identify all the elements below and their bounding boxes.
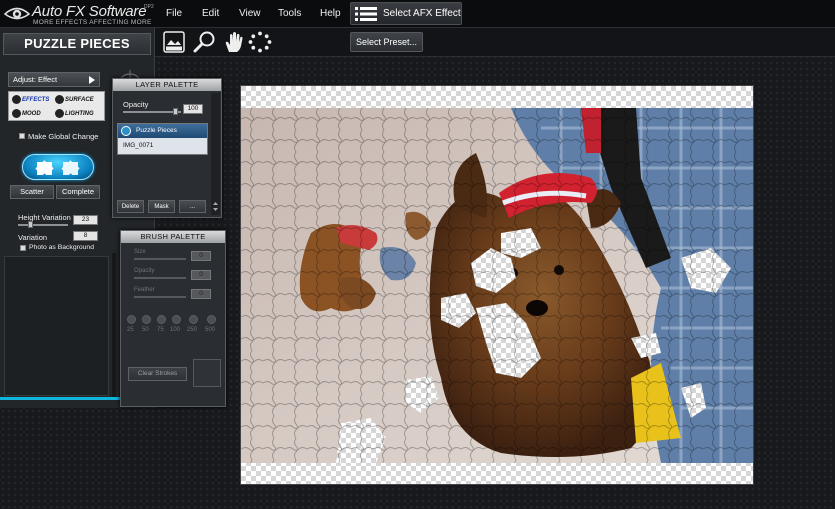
brush-size-slider[interactable] — [134, 258, 186, 260]
brush-opacity-value[interactable]: 0 — [191, 270, 211, 280]
brush-feather-value[interactable]: 0 — [191, 289, 211, 299]
adjust-dropdown[interactable]: Adjust: Effect — [8, 72, 100, 87]
brush-size-25-label: 25 — [127, 327, 134, 333]
mode-surface[interactable]: SURFACE — [55, 95, 94, 104]
clear-strokes-button[interactable]: Clear Strokes — [128, 367, 187, 381]
layer-palette: LAYER PALETTE Opacity 100 Puzzle Pieces … — [112, 78, 222, 218]
puzzle-pieces-preview-button[interactable] — [22, 154, 94, 180]
mode-selector: EFFECTS SURFACE MOOD LIGHTING — [8, 91, 105, 121]
brush-size-50-label: 50 — [142, 327, 149, 333]
brush-opacity-label: Opacity — [134, 268, 155, 274]
brush-size-100[interactable] — [172, 315, 181, 324]
brush-palette: BRUSH PALETTE Size 0 Opacity 0 Feather 0… — [120, 230, 226, 407]
more-button[interactable]: ... — [179, 200, 206, 213]
delete-layer-button[interactable]: Delete — [117, 200, 144, 213]
hand-icon[interactable] — [222, 31, 246, 53]
puzzle-piece-icon — [35, 160, 80, 175]
brush-size-500-label: 500 — [205, 327, 216, 333]
brush-size-250[interactable] — [189, 315, 198, 324]
orig-icon[interactable] — [162, 31, 186, 53]
brush-size-value[interactable]: 0 — [191, 251, 211, 261]
height-variation-value[interactable]: 23 — [73, 215, 98, 225]
menu-tools[interactable]: Tools — [278, 8, 301, 19]
effect-title: PUZZLE PIECES — [3, 33, 151, 55]
complete-button[interactable]: Complete — [56, 185, 100, 199]
magnifier-icon[interactable] — [193, 31, 217, 53]
effect-lower-area — [4, 256, 109, 396]
layer-item-img[interactable]: IMG_0071 — [118, 139, 207, 153]
menu-view[interactable]: View — [239, 8, 261, 19]
play-arrow-icon — [89, 76, 95, 84]
brush-size-500[interactable] — [207, 315, 216, 324]
power-icon[interactable] — [121, 126, 131, 136]
select-afx-effect-button[interactable]: Select AFX Effect — [350, 2, 462, 25]
scatter-button[interactable]: Scatter — [10, 185, 54, 199]
brush-feather-slider[interactable] — [134, 296, 186, 298]
app-window: Auto FX Software DP2 MORE EFFECTS AFFECT… — [0, 0, 835, 509]
layer-opacity-knob[interactable] — [173, 108, 178, 115]
puzzle-photo — [241, 108, 753, 463]
brand-superscript: DP2 — [144, 4, 154, 10]
layer-list: Puzzle Pieces IMG_0071 — [117, 123, 208, 155]
spinner-icon[interactable] — [248, 31, 272, 53]
height-variation-knob[interactable] — [28, 221, 33, 228]
layer-palette-title[interactable]: LAYER PALETTE — [113, 79, 221, 91]
menu-bar: Auto FX Software DP2 MORE EFFECTS AFFECT… — [0, 0, 835, 28]
make-global-checkbox[interactable] — [19, 133, 25, 139]
layer-opacity-value[interactable]: 100 — [183, 104, 203, 114]
make-global-label: Make Global Change — [28, 132, 99, 141]
brush-preview — [193, 359, 221, 387]
photo-as-background-checkbox[interactable] — [20, 245, 26, 251]
app-logo: Auto FX Software DP2 MORE EFFECTS AFFECT… — [4, 2, 154, 26]
mode-lighting[interactable]: LIGHTING — [55, 109, 94, 118]
panel-scrollbar[interactable] — [112, 253, 116, 398]
menu-edit[interactable]: Edit — [202, 8, 219, 19]
variation-label: Variation — [18, 233, 48, 242]
brush-size-75-label: 75 — [157, 327, 164, 333]
brand-tagline: MORE EFFECTS AFFECTING MORE — [33, 19, 152, 26]
adjust-label: Adjust: Effect — [13, 75, 58, 84]
photo-as-background-label: Photo as Background — [29, 244, 94, 251]
image-canvas[interactable] — [240, 85, 754, 485]
scroll-arrows-icon — [213, 202, 218, 211]
brush-size-250-label: 250 — [187, 327, 198, 333]
brand-name: Auto FX Software — [32, 3, 147, 20]
brush-size-label: Size — [134, 249, 146, 255]
brush-feather-label: Feather — [134, 287, 155, 293]
menu-help[interactable]: Help — [320, 8, 341, 19]
mode-mood[interactable]: MOOD — [12, 109, 41, 118]
brush-opacity-slider[interactable] — [134, 277, 186, 279]
select-preset-button[interactable]: Select Preset... — [350, 32, 423, 52]
variation-value[interactable]: 8 — [73, 231, 98, 241]
brush-palette-title[interactable]: BRUSH PALETTE — [121, 231, 225, 243]
mask-button[interactable]: Mask — [148, 200, 175, 213]
mode-effects[interactable]: EFFECTS — [12, 95, 49, 104]
brush-size-50[interactable] — [142, 315, 151, 324]
height-variation-label: Height Variation — [18, 213, 71, 222]
list-icon — [355, 7, 377, 21]
brush-size-25[interactable] — [127, 315, 136, 324]
height-variation-slider[interactable] — [18, 224, 68, 226]
brush-size-75[interactable] — [157, 315, 166, 324]
layer-item-puzzle-pieces[interactable]: Puzzle Pieces — [118, 124, 207, 138]
menu-file[interactable]: File — [166, 8, 182, 19]
opacity-label: Opacity — [123, 100, 149, 109]
brush-size-100-label: 100 — [170, 327, 181, 333]
layer-palette-scrollbar[interactable] — [211, 93, 220, 215]
select-afx-effect-label: Select AFX Effect — [383, 8, 461, 19]
eye-logo-icon — [4, 7, 30, 20]
